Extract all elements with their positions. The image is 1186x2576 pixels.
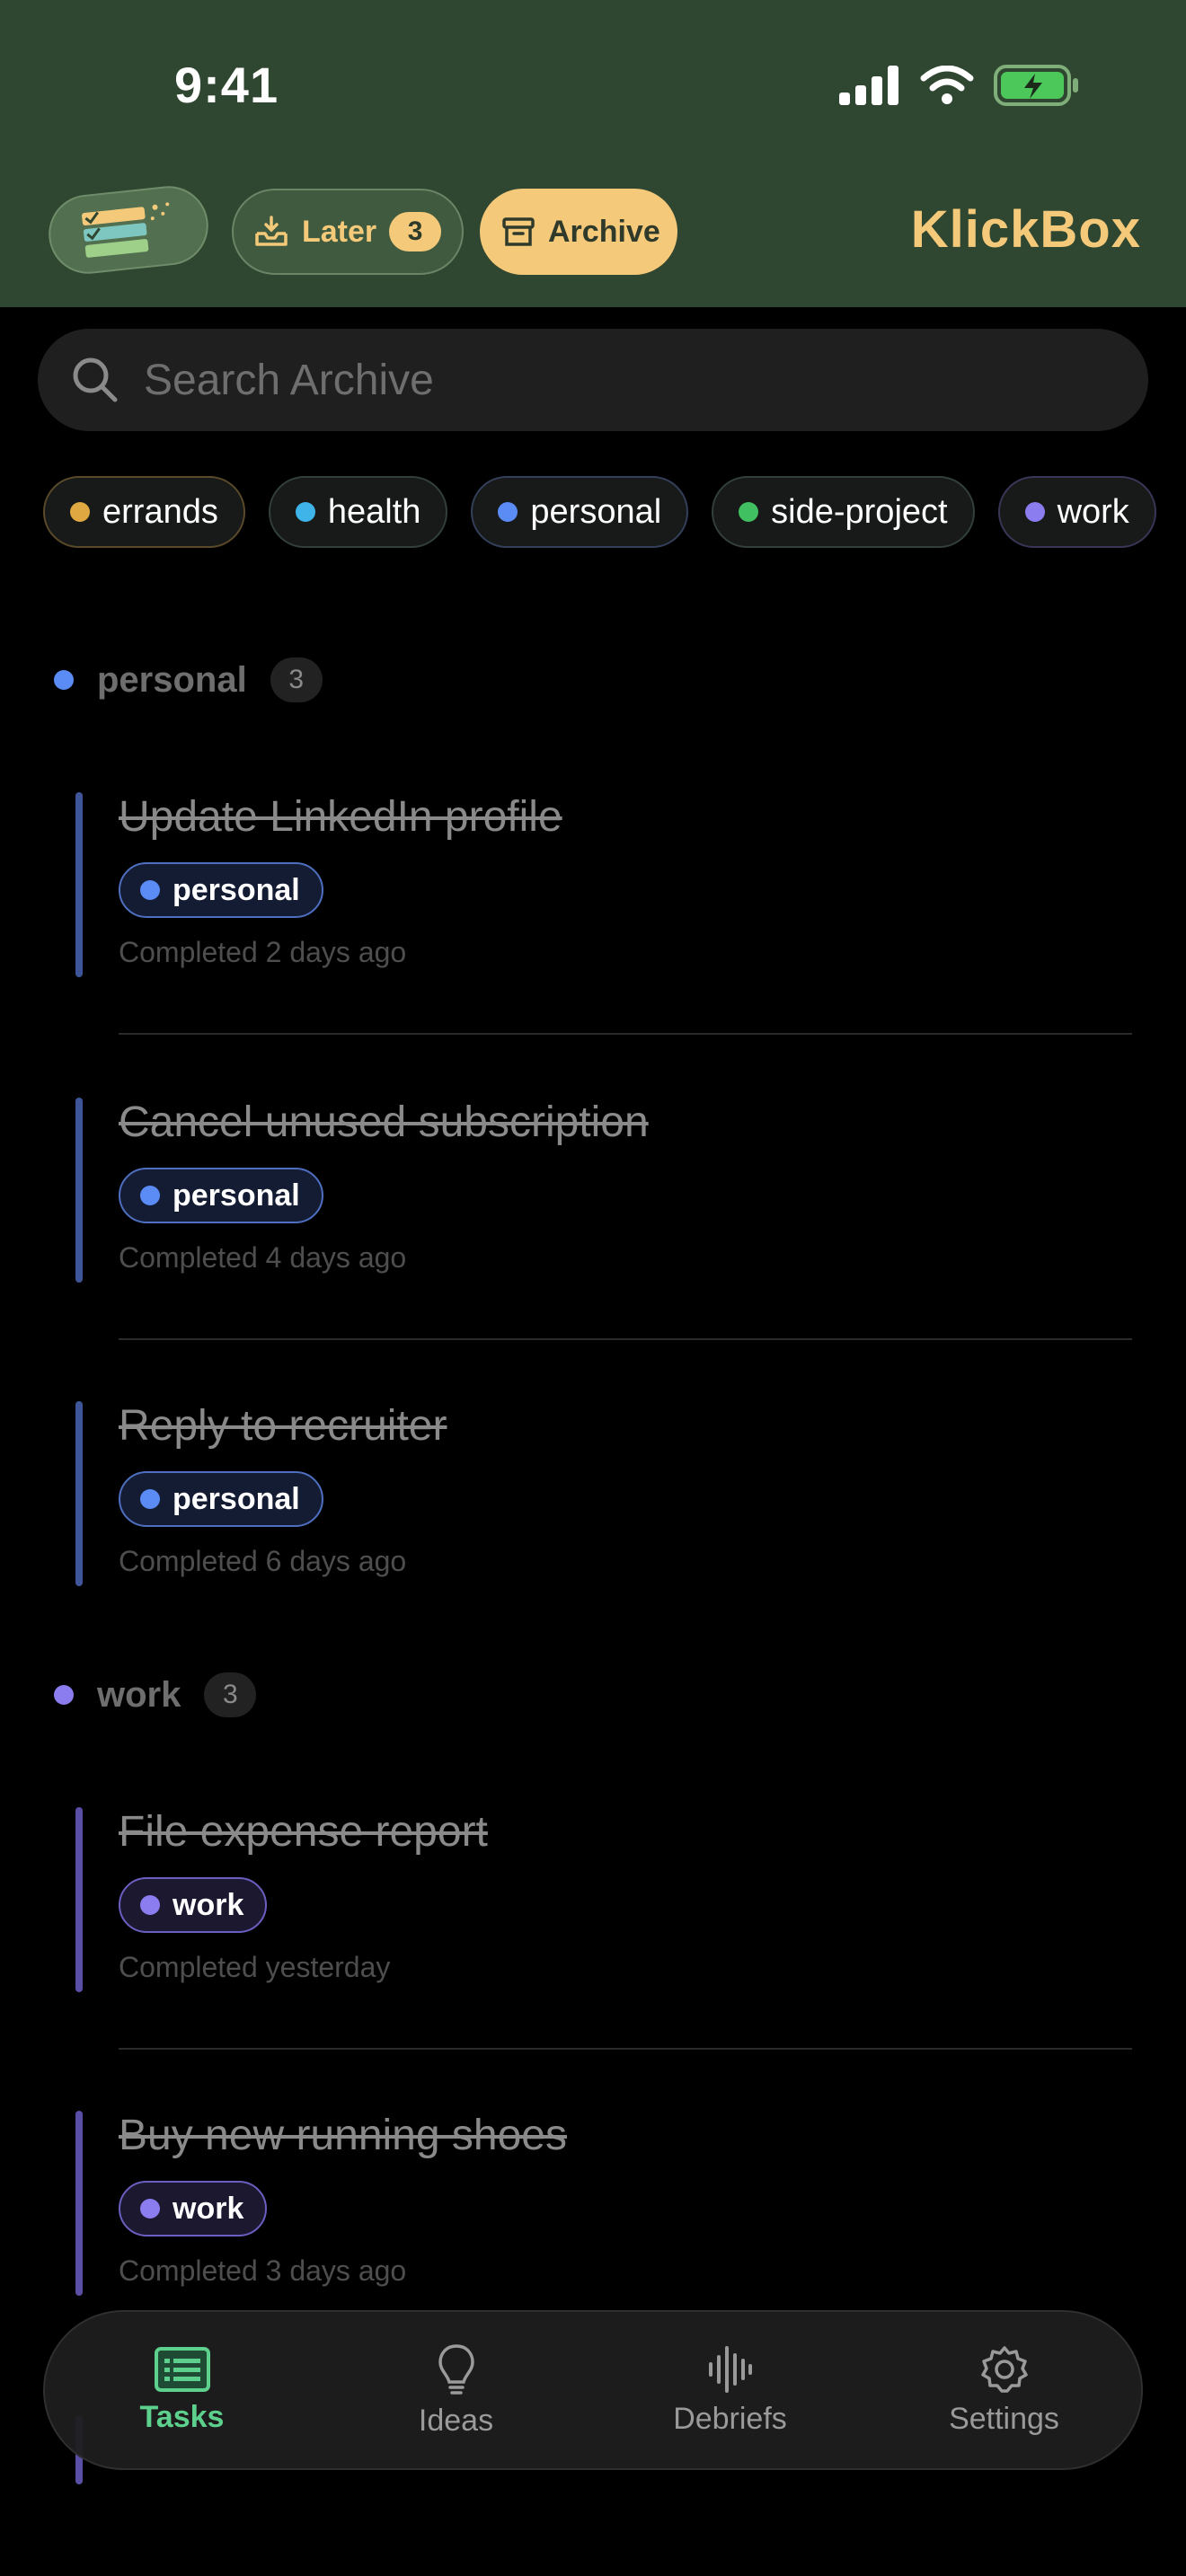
tag-filter-errands[interactable]: errands	[43, 476, 245, 548]
nav-label: Ideas	[418, 2403, 494, 2438]
checklist-logo-icon	[82, 202, 170, 258]
task-title: Reply to recruiter	[119, 1402, 447, 1450]
tag-filter-label: side-project	[771, 492, 948, 531]
lightbulb-icon	[438, 2343, 474, 2395]
task-title: Cancel unused subscription	[119, 1098, 649, 1146]
search-input[interactable]	[144, 355, 1132, 405]
group-header-personal[interactable]: personal 3	[54, 657, 323, 702]
later-button[interactable]: Later 3	[232, 189, 464, 275]
tag-color-dot	[140, 2199, 160, 2219]
nav-label: Debriefs	[673, 2401, 787, 2436]
group-color-dot	[54, 1685, 74, 1705]
nav-tab-debriefs[interactable]: Debriefs	[623, 2344, 838, 2437]
group-count-badge: 3	[204, 1672, 257, 1717]
tag-filter-label: work	[1057, 492, 1129, 531]
cellular-signal-icon	[839, 66, 898, 105]
archive-button[interactable]: Archive	[480, 189, 677, 275]
task-tag-chip: work	[119, 2181, 268, 2236]
tag-color-dot	[140, 1895, 160, 1915]
task-tag-label: personal	[173, 1481, 300, 1516]
task-color-bar	[75, 1807, 83, 1992]
task-title: File expense report	[119, 1808, 488, 1856]
task-tag-label: work	[173, 2191, 244, 2226]
task-divider	[119, 1033, 1132, 1035]
task-color-bar	[75, 1401, 83, 1586]
task-tag-chip: personal	[119, 1168, 323, 1223]
app-header: 9:41 Later 3 Archive KlickBox	[0, 0, 1186, 307]
wifi-icon	[920, 66, 974, 104]
nav-label: Tasks	[139, 2399, 225, 2434]
task-divider	[119, 2048, 1132, 2050]
tag-filter-work[interactable]: work	[997, 476, 1156, 548]
gear-icon	[980, 2345, 1028, 2393]
status-icons	[839, 65, 1080, 106]
group-name: personal	[97, 659, 247, 700]
tag-filter-personal[interactable]: personal	[471, 476, 689, 548]
battery-charging-icon	[994, 65, 1078, 106]
tasks-icon	[154, 2346, 210, 2392]
group-color-dot	[54, 670, 74, 690]
tag-color-dot	[739, 502, 759, 522]
task-tag-label: personal	[173, 872, 300, 907]
tag-filter-health[interactable]: health	[268, 476, 448, 548]
nav-label: Settings	[949, 2401, 1059, 2436]
task-color-bar	[75, 792, 83, 977]
task-completed-time: Completed 2 days ago	[119, 936, 407, 968]
task-tag-label: work	[173, 1887, 244, 1922]
tag-color-dot	[70, 502, 90, 522]
task-item[interactable]: File expense report work Completed yeste…	[75, 1807, 1132, 1992]
tag-filter-label: health	[327, 492, 421, 531]
tag-color-dot	[1024, 502, 1045, 522]
task-color-bar	[75, 2111, 83, 2296]
later-count-badge: 3	[389, 212, 442, 251]
task-completed-time: Completed yesterday	[119, 1951, 391, 1983]
search-icon	[73, 357, 118, 402]
tag-filter-side-project[interactable]: side-project	[712, 476, 975, 548]
task-item[interactable]: Reply to recruiter personal Completed 6 …	[75, 1401, 1132, 1586]
tag-color-dot	[140, 1186, 160, 1205]
group-count-badge: 3	[270, 657, 323, 702]
nav-tab-tasks[interactable]: Tasks	[75, 2346, 290, 2435]
task-completed-time: Completed 4 days ago	[119, 1241, 407, 1274]
task-tag-chip: personal	[119, 1471, 323, 1527]
tag-color-dot	[498, 502, 518, 522]
tag-color-dot	[140, 880, 160, 900]
later-label: Later	[302, 214, 377, 249]
waveform-icon	[708, 2345, 752, 2393]
archive-label: Archive	[548, 214, 660, 249]
task-title: Buy new running shoes	[119, 2112, 567, 2159]
task-completed-time: Completed 3 days ago	[119, 2254, 407, 2287]
inbox-tray-icon	[255, 216, 288, 246]
task-item[interactable]: Cancel unused subscription personal Comp…	[75, 1098, 1132, 1283]
task-tag-chip: work	[119, 1877, 268, 1933]
archive-box-icon	[502, 217, 535, 246]
nav-tab-settings[interactable]: Settings	[897, 2344, 1112, 2437]
task-completed-time: Completed 6 days ago	[119, 1545, 407, 1577]
task-title: Update LinkedIn profile	[119, 793, 562, 841]
tag-color-dot	[140, 1489, 160, 1509]
task-tag-label: personal	[173, 1178, 300, 1213]
tag-filter-row: errands health personal side-project wor…	[43, 476, 1156, 548]
brand-title: KlickBox	[910, 200, 1141, 259]
task-divider	[119, 1338, 1132, 1340]
task-item[interactable]: Buy new running shoes work Completed 3 d…	[75, 2111, 1132, 2296]
tag-filter-label: personal	[530, 492, 662, 531]
group-header-work[interactable]: work 3	[54, 1672, 257, 1717]
task-tag-chip: personal	[119, 862, 323, 918]
group-name: work	[97, 1674, 181, 1715]
status-time: 9:41	[174, 57, 279, 113]
search-bar[interactable]	[38, 329, 1148, 431]
task-color-bar	[75, 1098, 83, 1283]
nav-tab-ideas[interactable]: Ideas	[349, 2342, 564, 2439]
task-item[interactable]: Update LinkedIn profile personal Complet…	[75, 792, 1132, 977]
tag-color-dot	[295, 502, 315, 522]
tag-filter-label: errands	[102, 492, 218, 531]
app-logo[interactable]	[44, 181, 213, 278]
bottom-navigation: Tasks Ideas Debriefs Settings	[43, 2310, 1143, 2470]
